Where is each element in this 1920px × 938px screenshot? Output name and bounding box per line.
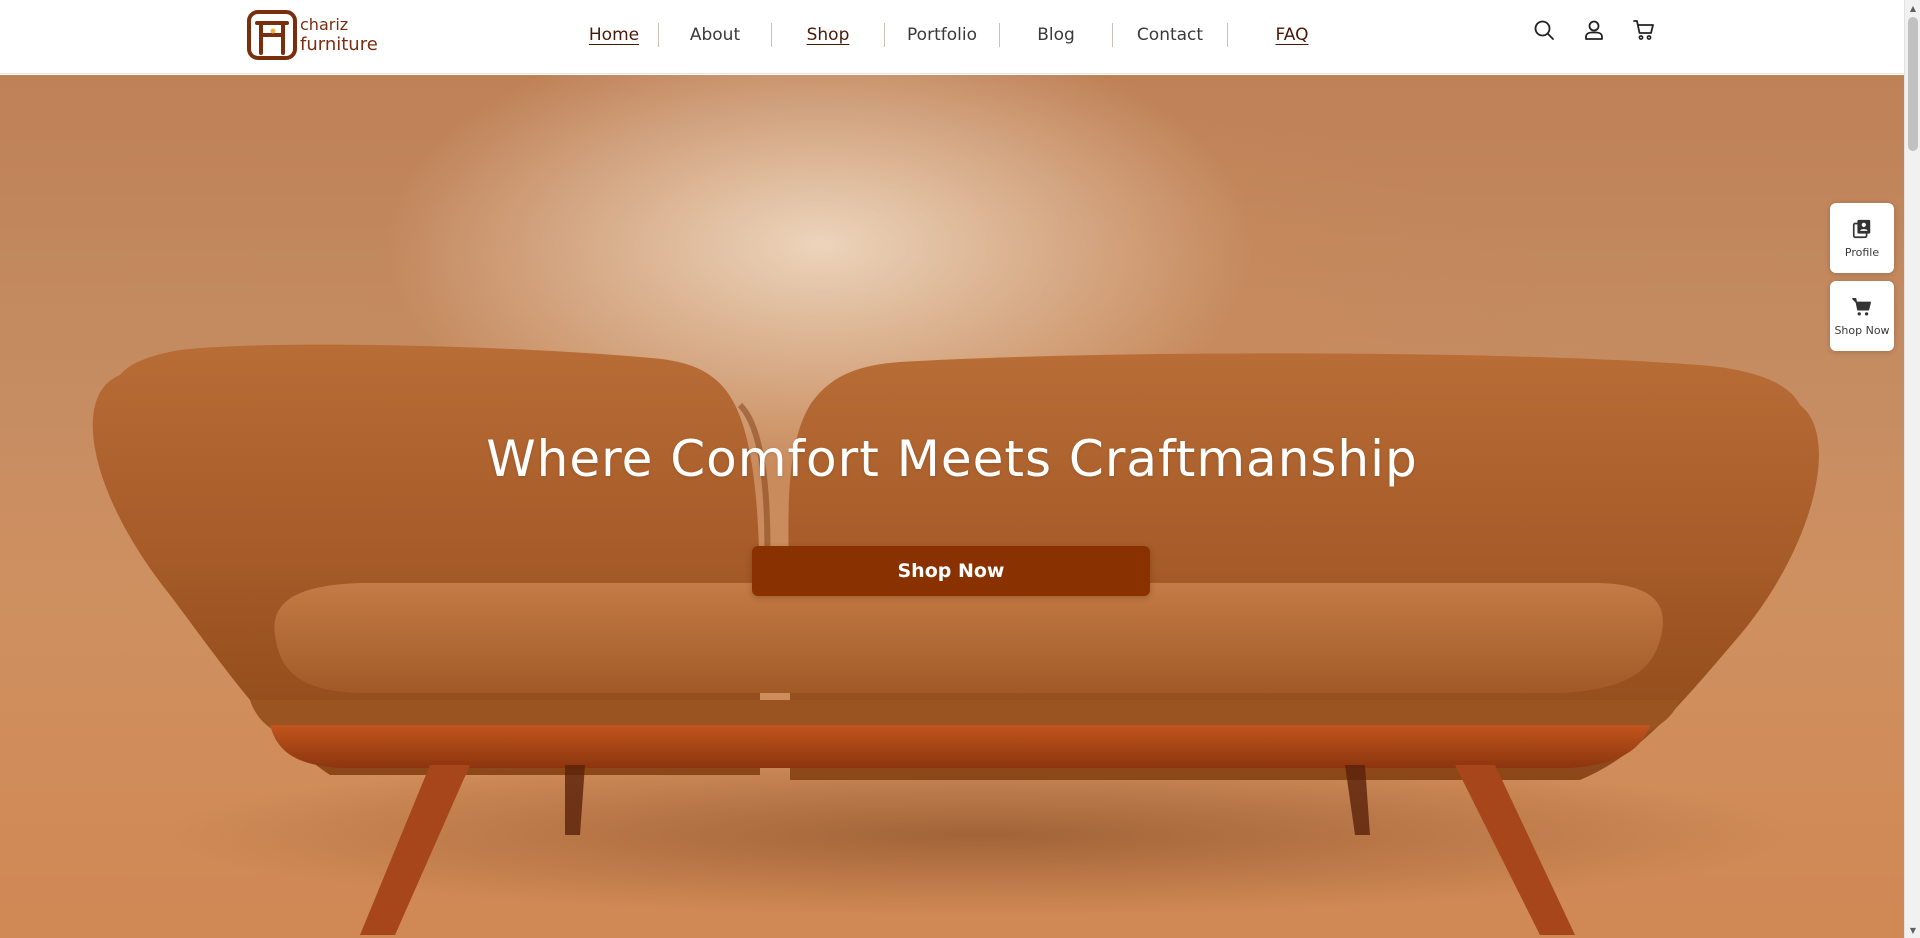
logo-mark-icon	[247, 10, 297, 60]
hero-sofa-image	[92, 344, 1819, 935]
nav-faq[interactable]: FAQ	[1228, 0, 1356, 70]
search-icon[interactable]	[1532, 18, 1556, 42]
main-nav: Home About Shop Portfolio Blog Contact F…	[570, 0, 1356, 70]
nav-about[interactable]: About	[659, 0, 771, 70]
brand-logo[interactable]: chariz furniture	[247, 9, 387, 61]
brand-name-line1: chariz	[300, 15, 349, 34]
hero-title: Where Comfort Meets Craftmanship	[486, 430, 1418, 488]
profile-widget-button[interactable]: Profile	[1830, 203, 1894, 273]
profile-widget-label: Profile	[1844, 245, 1880, 259]
nav-contact[interactable]: Contact	[1113, 0, 1227, 70]
scrollbar-thumb[interactable]	[1908, 17, 1918, 151]
nav-portfolio[interactable]: Portfolio	[885, 0, 999, 70]
nav-home[interactable]: Home	[570, 0, 658, 70]
nav-blog[interactable]: Blog	[1000, 0, 1112, 70]
header-actions	[1532, 18, 1656, 42]
page-scrollbar[interactable]: ▲ ▼	[1904, 0, 1920, 938]
cart-icon[interactable]	[1632, 18, 1656, 42]
shop-now-button[interactable]: Shop Now	[752, 546, 1150, 596]
cart-icon	[1852, 297, 1871, 316]
scroll-down-arrow[interactable]: ▼	[1905, 922, 1920, 938]
site-header: chariz furniture Home About Shop Portfol…	[0, 0, 1904, 74]
user-icon[interactable]	[1582, 18, 1606, 42]
scroll-up-arrow[interactable]: ▲	[1905, 0, 1920, 16]
hero-banner: Where Comfort Meets Craftmanship Shop No…	[0, 75, 1904, 938]
brand-name-line2: furniture	[300, 34, 378, 55]
shop-now-widget-label: Shop Now	[1834, 323, 1890, 337]
profile-icon	[1852, 219, 1871, 238]
nav-shop[interactable]: Shop	[772, 0, 884, 70]
shop-now-widget-button[interactable]: Shop Now	[1830, 281, 1894, 351]
